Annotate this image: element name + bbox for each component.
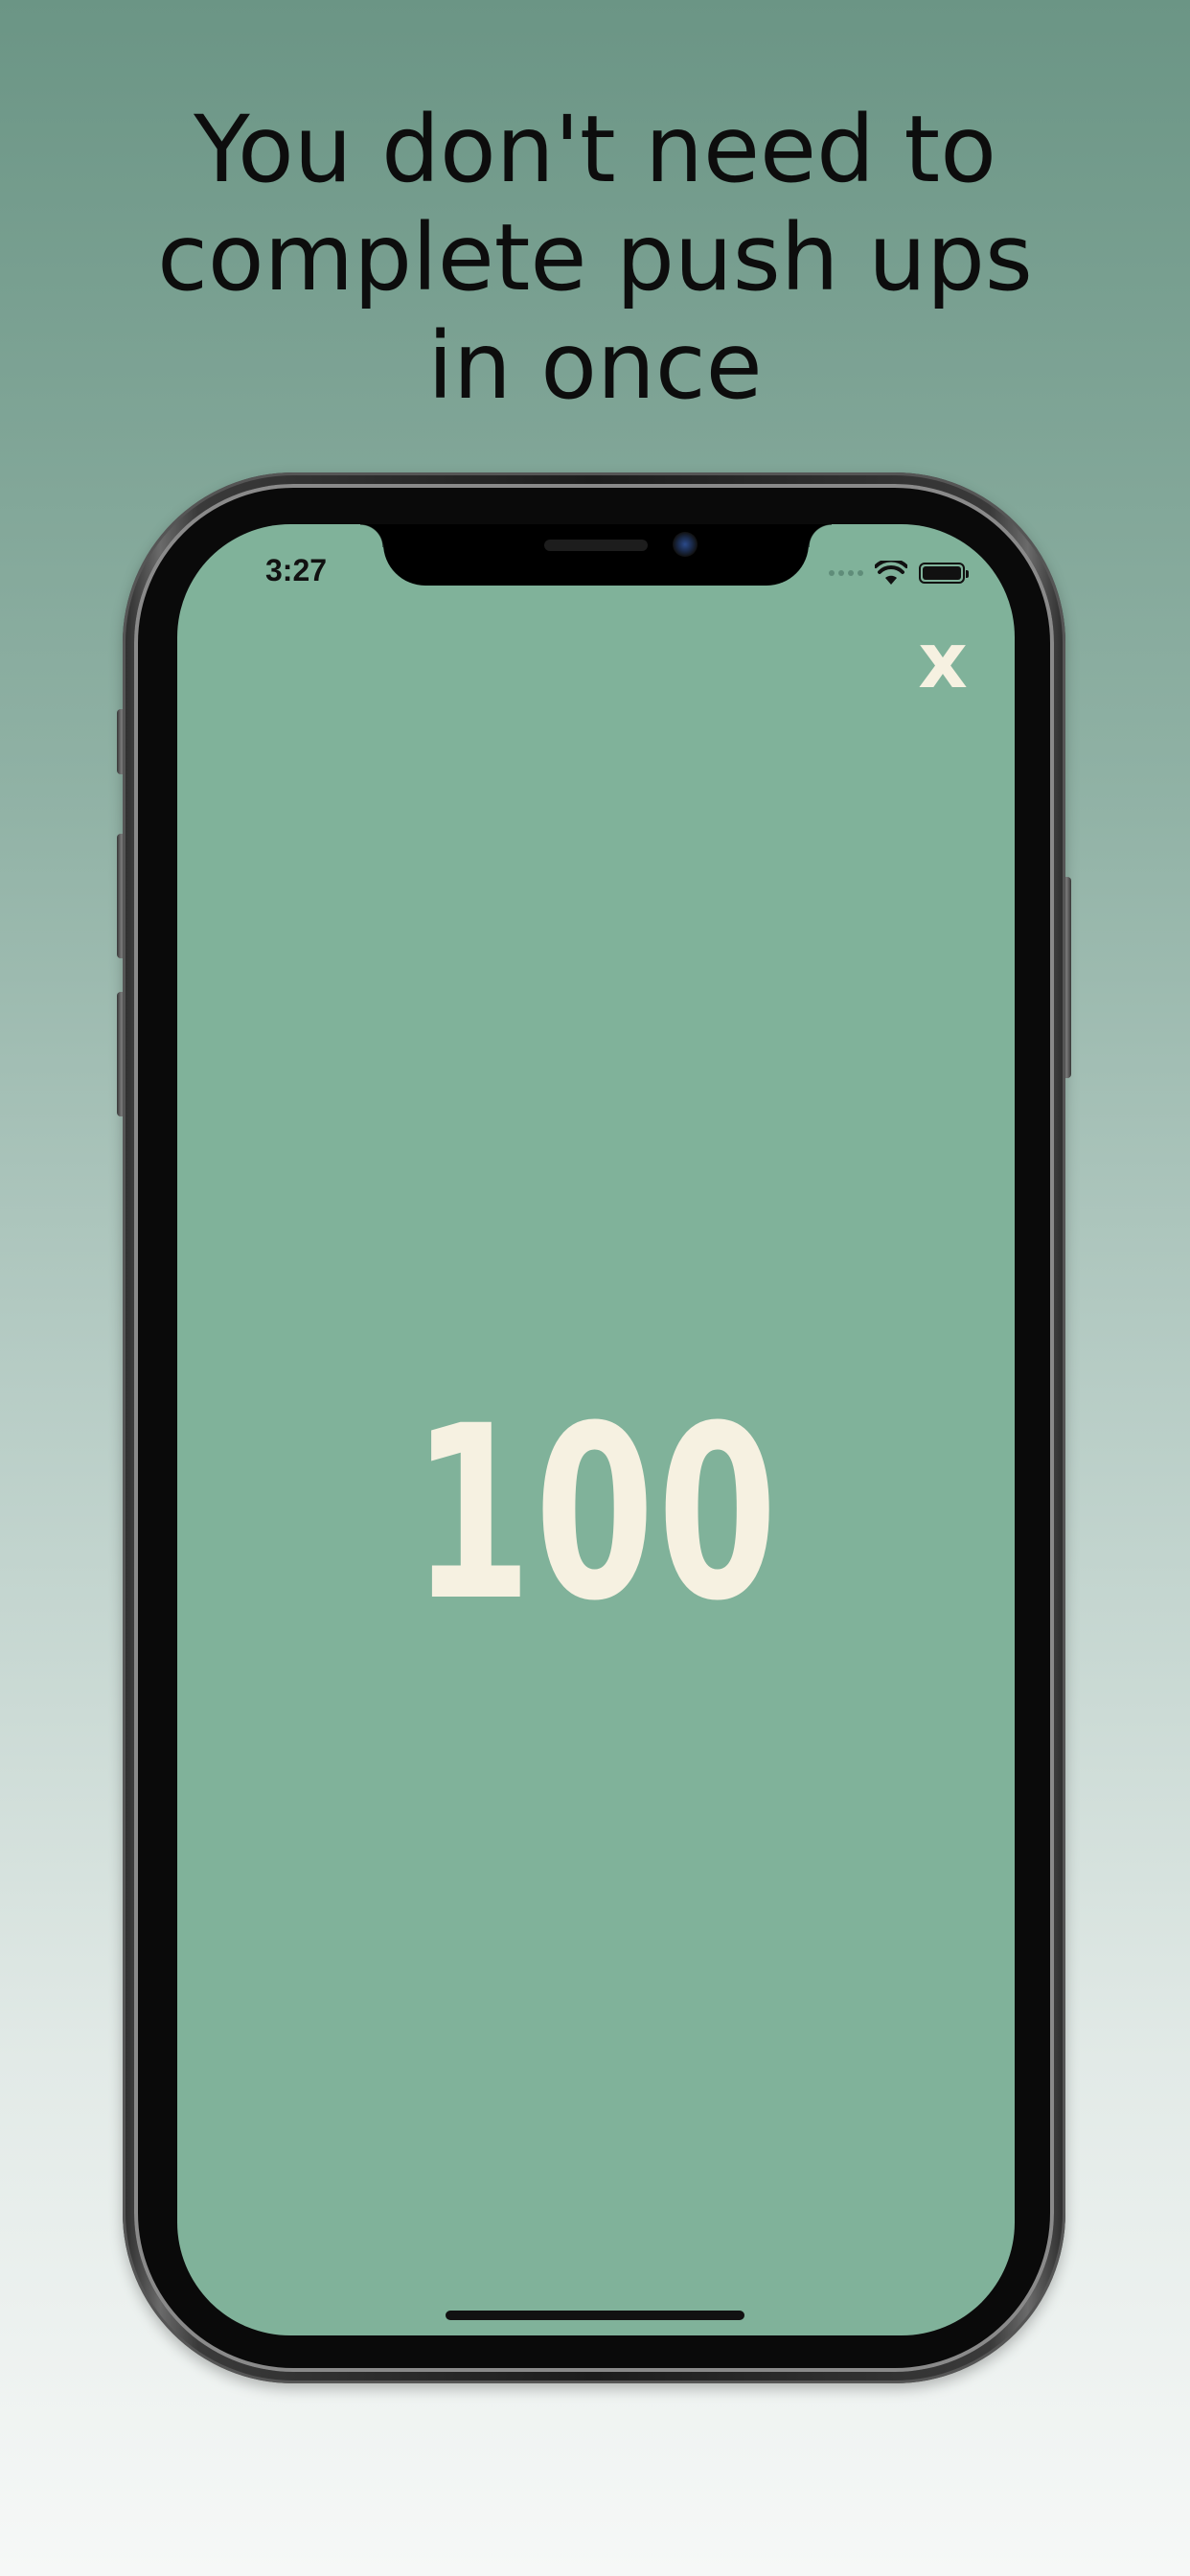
headline-line-3: in once: [427, 312, 763, 420]
home-indicator[interactable]: [446, 2311, 744, 2320]
battery-icon: [919, 563, 969, 584]
phone-screen: 3:27 x 100: [177, 524, 1015, 2335]
front-camera-icon: [673, 532, 698, 557]
headline-line-2: complete push ups: [157, 204, 1033, 311]
signal-dots-icon: [829, 570, 863, 576]
pushup-counter: 100: [411, 1374, 781, 1653]
notch: [360, 524, 832, 586]
status-time: 3:27: [265, 553, 328, 587]
wifi-icon: [875, 561, 907, 585]
close-button[interactable]: x: [909, 623, 976, 701]
headline-line-1: You don't need to: [194, 96, 996, 203]
promo-headline: You don't need to complete push ups in o…: [0, 96, 1190, 421]
earpiece-speaker: [544, 540, 648, 551]
status-icons: [829, 559, 969, 587]
